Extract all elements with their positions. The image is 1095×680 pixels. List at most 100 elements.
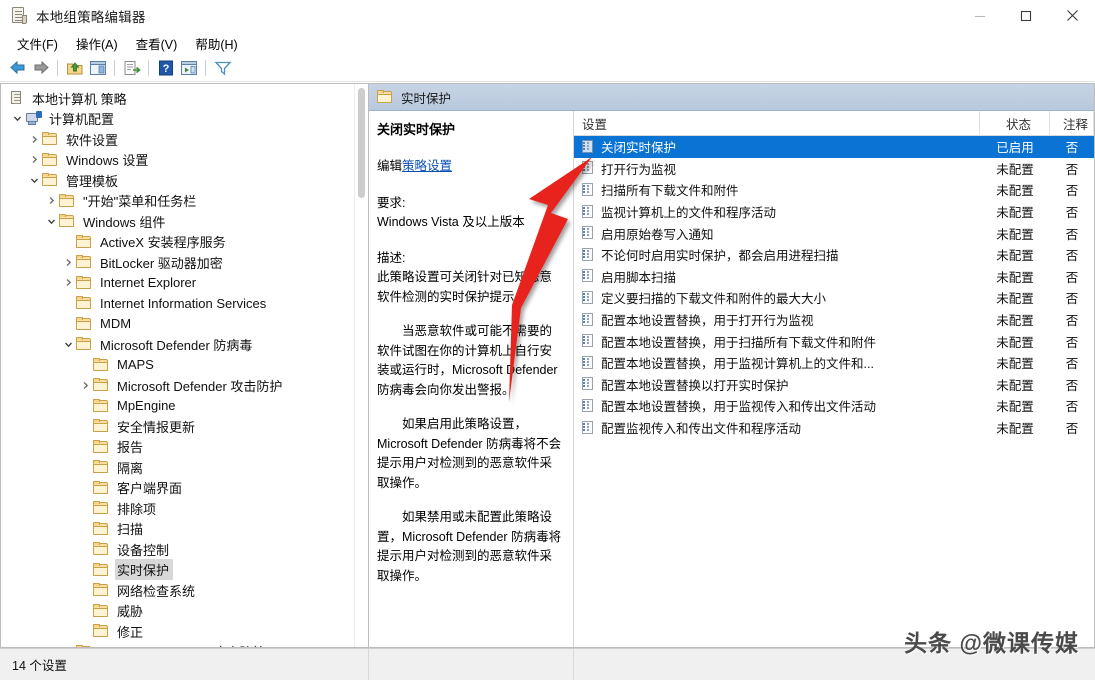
tree-item-node[interactable]: 威胁: [1, 601, 354, 622]
tree-list[interactable]: 本地计算机 策略 计算机配置 软件设置 Windows 设置 管理模板 "开始"菜单和任…: [1, 84, 354, 647]
cell-comment: 否: [1065, 292, 1079, 307]
tree-item-node[interactable]: 排除项: [1, 498, 354, 519]
folder-icon: [76, 234, 93, 249]
cell-setting: 关闭实时保护: [574, 137, 980, 156]
filter-icon[interactable]: [211, 57, 234, 79]
table-row[interactable]: 配置本地设置替换，用于打开行为监视 未配置 否: [574, 309, 1094, 331]
description-body: 此策略设置可关闭针对已知恶意软件检测的实时保护提示。 当恶意软件或可能不需要的软件…: [377, 268, 564, 586]
tree-scrollbar[interactable]: [354, 84, 368, 647]
table-row[interactable]: 配置本地设置替换，用于监视计算机上的文件和... 未配置 否: [574, 352, 1094, 374]
title-bar: 本地组策略编辑器: [0, 0, 1095, 32]
column-header-status[interactable]: 状态: [980, 111, 1050, 136]
table-row[interactable]: 配置监视传入和传出文件和程序活动 未配置 否: [574, 417, 1094, 439]
tree-item-node[interactable]: 软件设置: [1, 129, 354, 150]
help-icon[interactable]: ?: [154, 57, 177, 79]
tree-item-node[interactable]: 扫描: [1, 519, 354, 540]
chevron-right-icon[interactable]: [26, 131, 42, 147]
policy-setting-icon: [581, 290, 595, 305]
table-row[interactable]: 配置本地设置替换，用于监视传入和传出文件活动 未配置 否: [574, 395, 1094, 417]
table-row[interactable]: 定义要扫描的下载文件和附件的最大大小 未配置 否: [574, 287, 1094, 309]
menu-item-action[interactable]: 操作(A): [67, 32, 127, 55]
chevron-down-icon[interactable]: [9, 111, 25, 127]
menu-item-view[interactable]: 查看(V): [127, 32, 187, 55]
policy-setting-icon: [581, 334, 595, 348]
tree-item-node[interactable]: ActiveX 安装程序服务: [1, 232, 354, 253]
policy-setting-link[interactable]: 策略设置: [402, 159, 452, 173]
tree-item-node[interactable]: 客户端界面: [1, 478, 354, 499]
window-controls: [957, 0, 1095, 32]
tree-item-label: Internet Explorer: [100, 275, 197, 291]
tree-item-node[interactable]: Microsoft Defender 防病毒: [1, 334, 354, 355]
menu-item-help[interactable]: 帮助(H): [186, 32, 246, 55]
menu-item-file[interactable]: 文件(F): [8, 32, 67, 55]
minimize-button[interactable]: [957, 0, 1003, 32]
folder-icon: [93, 439, 110, 454]
tree-item-node[interactable]: MpEngine: [1, 396, 354, 417]
toolbar-separator: [205, 59, 206, 76]
export-list-icon[interactable]: [120, 57, 143, 79]
chevron-down-icon[interactable]: [60, 336, 76, 352]
chevron-down-icon[interactable]: [26, 172, 42, 188]
close-button[interactable]: [1049, 0, 1095, 32]
properties-icon[interactable]: [177, 57, 200, 79]
cell-comment: 否: [1065, 249, 1079, 264]
tree-item-node[interactable]: Windows 设置: [1, 150, 354, 171]
tree-item-node[interactable]: Internet Information Services: [1, 293, 354, 314]
cell-comment: 否: [1065, 141, 1079, 156]
tree-item-node[interactable]: 隔离: [1, 457, 354, 478]
tree-item-node[interactable]: Microsoft Defender 攻击防护: [1, 375, 354, 396]
forward-icon[interactable]: [29, 57, 52, 79]
tree-item-node[interactable]: 设备控制: [1, 539, 354, 560]
setting-name-label: 监视计算机上的文件和程序活动: [601, 206, 777, 221]
tree-root-item[interactable]: 本地计算机 策略: [1, 88, 354, 109]
tree-item-label: BitLocker 驱动器加密: [100, 255, 223, 271]
tree-item-node[interactable]: Windows 组件: [1, 211, 354, 232]
chevron-right-icon[interactable]: [43, 193, 59, 209]
chevron-right-icon[interactable]: [60, 275, 76, 291]
table-row[interactable]: 监视计算机上的文件和程序活动 未配置 否: [574, 201, 1094, 223]
tree-item-node[interactable]: Internet Explorer: [1, 273, 354, 294]
tree-item-node[interactable]: 管理模板: [1, 170, 354, 191]
table-row[interactable]: 启用原始卷写入通知 未配置 否: [574, 222, 1094, 244]
settings-list-body[interactable]: 关闭实时保护 已启用否打开行为监视 未配置否扫描所有下载文件和附件 未配置否监视计算机…: [574, 136, 1094, 438]
tree-item-node[interactable]: MDM: [1, 314, 354, 335]
table-row[interactable]: 启用脚本扫描 未配置 否: [574, 266, 1094, 288]
cell-status: 未配置: [996, 400, 1034, 415]
table-row[interactable]: 关闭实时保护 已启用 否: [574, 136, 1094, 158]
tree-item-label: 实时保护: [115, 559, 174, 581]
maximize-button[interactable]: [1003, 0, 1049, 32]
column-header-comment[interactable]: 注释: [1050, 111, 1094, 136]
column-header-setting[interactable]: 设置: [574, 111, 980, 136]
tree-item-node[interactable]: MAPS: [1, 355, 354, 376]
description-paragraph: 如果启用此策略设置，Microsoft Defender 防病毒将不会提示用户对…: [377, 417, 562, 490]
policy-setting-icon: [581, 312, 595, 327]
tree-item-node[interactable]: 计算机配置: [1, 109, 354, 130]
main-content: 本地计算机 策略 计算机配置 软件设置 Windows 设置 管理模板 "开始"菜单和任…: [0, 83, 1095, 648]
tree-item-node[interactable]: 修正: [1, 621, 354, 642]
tree-scrollbar-thumb[interactable]: [358, 88, 365, 198]
table-row[interactable]: 打开行为监视 未配置 否: [574, 158, 1094, 180]
table-row[interactable]: 扫描所有下载文件和附件 未配置 否: [574, 179, 1094, 201]
tree-item-selected[interactable]: 实时保护: [1, 559, 354, 581]
tree-item-node[interactable]: 安全情报更新: [1, 416, 354, 437]
tree-item-node[interactable]: 报告: [1, 437, 354, 458]
back-icon[interactable]: [6, 57, 29, 79]
up-folder-icon[interactable]: [63, 57, 86, 79]
folder-icon: [93, 419, 110, 433]
table-row[interactable]: 配置本地设置替换，用于扫描所有下载文件和附件 未配置 否: [574, 330, 1094, 352]
tree-item-node[interactable]: "开始"菜单和任务栏: [1, 191, 354, 212]
folder-icon: [42, 132, 59, 146]
chevron-down-icon[interactable]: [43, 213, 59, 229]
tree-item-node[interactable]: BitLocker 驱动器加密: [1, 252, 354, 273]
show-tree-icon[interactable]: [86, 57, 109, 79]
table-row[interactable]: 不论何时启用实时保护，都会启用进程扫描 未配置 否: [574, 244, 1094, 266]
chevron-right-icon[interactable]: [26, 152, 42, 168]
detail-policy-title: 关闭实时保护: [377, 122, 456, 137]
policy-setting-icon: [581, 420, 595, 435]
chevron-right-icon[interactable]: [60, 254, 76, 270]
tree-item-label: "开始"菜单和任务栏: [83, 194, 197, 210]
tree-item-node[interactable]: 网络检查系统: [1, 580, 354, 601]
results-split: 关闭实时保护 编辑策略设置 要求: Windows Vista 及以上版本 描述…: [369, 111, 1094, 647]
chevron-right-icon[interactable]: [77, 377, 93, 393]
table-row[interactable]: 配置本地设置替换以打开实时保护 未配置 否: [574, 374, 1094, 396]
